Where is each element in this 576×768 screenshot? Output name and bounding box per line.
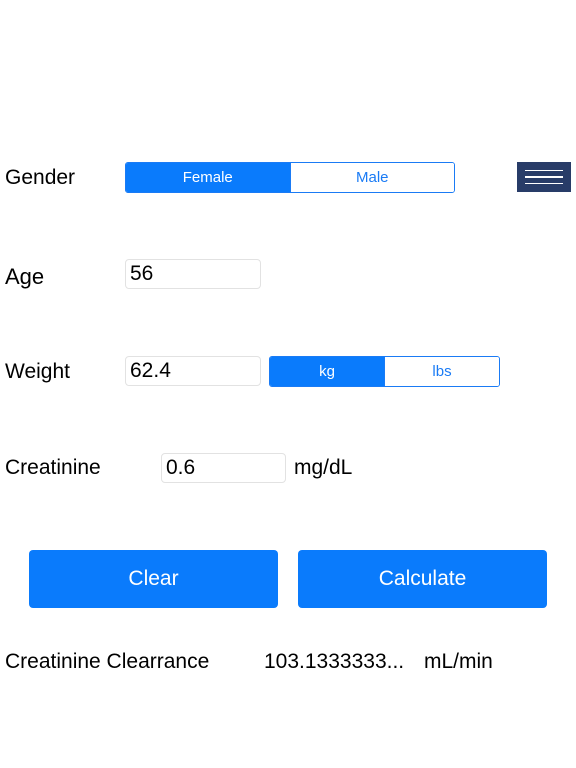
weight-label: Weight — [5, 360, 70, 383]
calculate-button[interactable]: Calculate — [298, 550, 547, 608]
hamburger-menu-icon-line-3 — [525, 182, 563, 185]
creatinine-label: Creatinine — [5, 456, 101, 479]
result-value: 103.1333333... — [264, 650, 405, 673]
gender-female-option[interactable]: Female — [126, 163, 290, 192]
hamburger-menu-icon — [525, 169, 563, 172]
weight-unit-lbs-option[interactable]: lbs — [384, 357, 499, 386]
clear-button[interactable]: Clear — [29, 550, 278, 608]
weight-input[interactable] — [125, 356, 261, 386]
hamburger-menu-icon-line-2 — [525, 176, 563, 178]
weight-unit-kg-option[interactable]: kg — [270, 357, 384, 386]
creatinine-unit: mg/dL — [294, 456, 353, 479]
result-unit: mL/min — [424, 650, 493, 673]
gender-male-option[interactable]: Male — [289, 163, 454, 192]
gender-label: Gender — [5, 166, 76, 189]
gender-segmented-control[interactable]: Female Male — [125, 162, 455, 193]
creatinine-input[interactable] — [161, 453, 286, 483]
menu-button[interactable] — [517, 162, 571, 192]
age-label: Age — [5, 264, 45, 289]
age-input[interactable] — [125, 259, 261, 289]
result-label: Creatinine Clearrance — [5, 650, 210, 673]
weight-unit-segmented-control[interactable]: kg lbs — [269, 356, 500, 387]
